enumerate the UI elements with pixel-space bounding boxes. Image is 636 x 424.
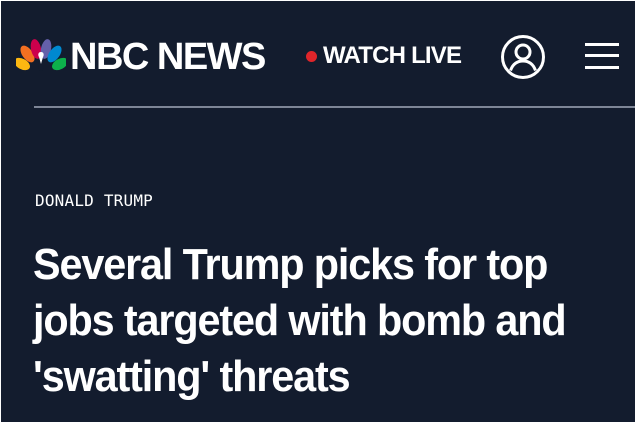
watch-live-label: WATCH LIVE — [323, 42, 462, 69]
hamburger-menu-icon-bar-bottom — [585, 66, 619, 69]
page: NBC NEWS WATCH LIVE DONALD TRUMP Several… — [1, 1, 635, 422]
menu-button[interactable] — [584, 42, 620, 70]
live-indicator-dot — [306, 50, 317, 62]
header-divider — [34, 106, 635, 108]
category-link[interactable]: DONALD TRUMP — [35, 191, 153, 211]
article-headline: Several Trump picks for top jobs targete… — [33, 237, 597, 405]
site-header: NBC NEWS WATCH LIVE — [1, 1, 635, 108]
nbc-news-logo[interactable]: NBC NEWS — [16, 36, 266, 78]
account-button[interactable] — [500, 34, 546, 80]
user-circle-icon — [501, 35, 545, 79]
peacock-icon — [16, 39, 66, 71]
watch-live-button[interactable]: WATCH LIVE — [306, 41, 462, 71]
brand-name: NBC NEWS — [70, 36, 266, 78]
headline-line: Several Trump picks for top — [33, 240, 548, 289]
headline-line: jobs targeted with bomb and — [33, 296, 567, 345]
headline-line: 'swatting' threats — [33, 352, 351, 401]
hamburger-menu-icon-bar-top — [585, 43, 619, 46]
hamburger-menu-icon-bar-middle — [585, 54, 619, 57]
